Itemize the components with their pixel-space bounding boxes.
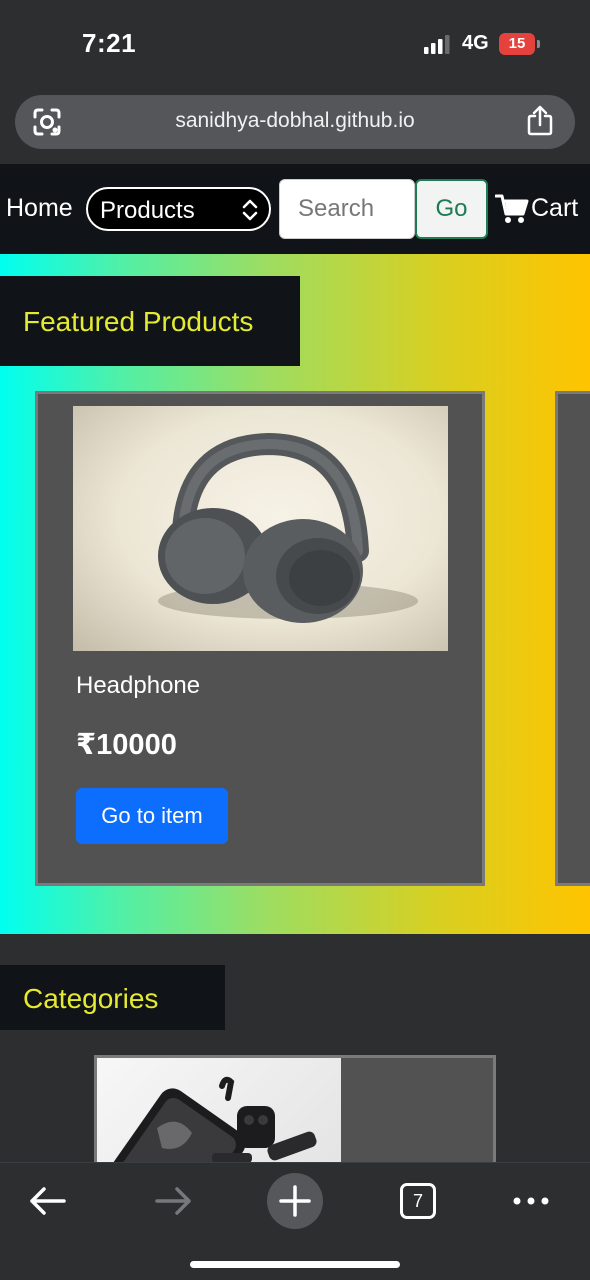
url-text[interactable]: sanidhya-dobhal.github.io xyxy=(15,109,575,133)
cart-link[interactable]: Cart xyxy=(495,190,590,230)
plus-icon xyxy=(279,1185,311,1217)
featured-title: Featured Products xyxy=(23,306,254,337)
site-navbar: Home Products Go Cart xyxy=(0,164,590,254)
featured-title-box: Featured Products xyxy=(0,276,300,366)
product-price: ₹10000 xyxy=(76,729,177,761)
battery-cap xyxy=(537,40,540,48)
headphone-illustration xyxy=(158,432,418,623)
battery-indicator: 15 xyxy=(499,33,535,55)
address-bar[interactable]: sanidhya-dobhal.github.io xyxy=(15,95,575,149)
electronics-illustration xyxy=(97,1076,317,1165)
headphone-image xyxy=(73,406,448,651)
network-type: 4G xyxy=(462,32,489,54)
share-icon[interactable] xyxy=(525,105,555,137)
tabs-icon: 7 xyxy=(400,1183,436,1219)
category-card[interactable] xyxy=(94,1055,496,1165)
categories-title: Categories xyxy=(23,983,159,1014)
new-tab-button[interactable] xyxy=(267,1173,323,1229)
categories-title-box: Categories xyxy=(0,965,225,1030)
search-input[interactable] xyxy=(279,179,415,239)
product-card: Headphone ₹10000 Go to item xyxy=(35,391,485,886)
products-select-value: Products xyxy=(100,197,195,224)
status-time: 7:21 xyxy=(82,28,137,58)
electronics-category-image xyxy=(97,1058,341,1165)
tabs-button[interactable]: 7 xyxy=(390,1173,446,1229)
nav-home-link[interactable]: Home xyxy=(6,194,73,223)
product-name: Headphone xyxy=(76,672,201,699)
cart-label: Cart xyxy=(531,194,579,222)
more-icon[interactable] xyxy=(503,1173,559,1229)
featured-section: Featured Products Headphone ₹10000 Go to… xyxy=(0,254,590,934)
product-card-partial[interactable] xyxy=(555,391,590,886)
browser-toolbar: 7 xyxy=(0,1162,590,1280)
select-arrows-icon xyxy=(242,199,258,221)
home-indicator xyxy=(190,1261,400,1268)
go-button[interactable]: Go xyxy=(415,179,488,239)
signal-icon xyxy=(424,35,450,54)
go-to-item-button[interactable]: Go to item xyxy=(76,788,228,844)
cart-icon xyxy=(495,194,529,223)
products-select[interactable]: Products xyxy=(86,187,271,231)
forward-icon[interactable] xyxy=(145,1173,201,1229)
status-bar: 7:21 4G 15 xyxy=(0,0,590,90)
back-icon[interactable] xyxy=(20,1173,76,1229)
